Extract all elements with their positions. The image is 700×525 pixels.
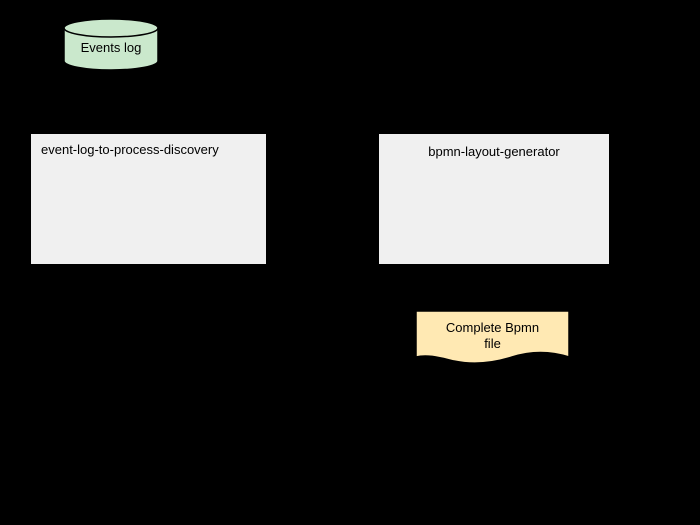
process-discovery-label: event-log-to-process-discovery	[31, 134, 266, 165]
bpmn-file-label: Complete Bpmn file	[415, 320, 570, 351]
arrowhead-log-to-discovery	[106, 123, 116, 133]
arrowhead-layout-to-file	[488, 300, 498, 310]
layout-generator-label: bpmn-layout-generator	[379, 134, 609, 167]
events-log-datastore: Events log	[63, 18, 159, 71]
arrow-layout-to-file	[492, 265, 494, 300]
bpmn-file-label-line2: file	[484, 336, 501, 351]
arrow-log-to-discovery	[110, 71, 112, 123]
events-log-label: Events log	[63, 40, 159, 55]
bpmn-file-label-line1: Complete Bpmn	[446, 320, 539, 335]
arrow-discovery-to-layout	[267, 197, 368, 199]
process-discovery-box: event-log-to-process-discovery	[30, 133, 267, 265]
bpmn-file-document: Complete Bpmn file	[415, 310, 570, 368]
layout-generator-box: bpmn-layout-generator	[378, 133, 610, 265]
arrowhead-discovery-to-layout	[368, 193, 378, 203]
